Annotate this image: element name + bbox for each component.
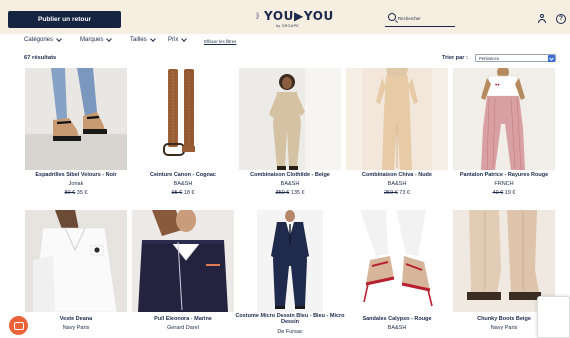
new-price: 18 € <box>183 190 195 196</box>
help-icon[interactable]: ? <box>556 14 566 24</box>
product-image[interactable] <box>25 210 127 312</box>
logo-prefix: PAR <box>256 12 260 20</box>
product-price: 95 € 18 € <box>132 190 234 196</box>
old-price: 95 € <box>171 190 183 196</box>
user-icon-body <box>537 19 546 23</box>
product-image[interactable] <box>25 68 127 170</box>
logo-wordmark: YOU▶YOU <box>264 9 334 23</box>
product-image[interactable] <box>346 210 448 312</box>
product-brand: De Fursac <box>277 329 303 335</box>
sort-label: Trier par : <box>442 55 468 61</box>
search-icon[interactable] <box>388 13 396 21</box>
product-title[interactable]: Espadrilles Sibel Velours - Noir <box>19 172 133 178</box>
clear-filters-link[interactable]: Effacer les filtres <box>204 39 236 44</box>
product-brand: BA&SH <box>173 181 193 187</box>
product-price: 350 € 135 € <box>239 190 341 196</box>
logo-subtitle: by GROUPE <box>276 24 300 28</box>
old-price: 40 € <box>492 190 504 196</box>
filter-categories[interactable]: Catégories <box>24 36 62 43</box>
filter-sizes-label: Tailles <box>130 37 147 43</box>
product-title[interactable]: Combinaison Clothilde - Beige <box>233 172 347 178</box>
old-price: 80 € <box>64 190 76 196</box>
product-price: 250 € 73 € <box>346 190 448 196</box>
old-price: 250 € <box>383 190 398 196</box>
filter-bar: Catégories Marques Tailles Prix Effacer … <box>0 36 570 49</box>
cookie-widget[interactable] <box>537 296 570 338</box>
product-title[interactable]: Costume Micro Dessin Bleu - Bleu - Micro… <box>233 313 347 326</box>
new-price: 135 € <box>290 190 305 196</box>
product-brand: FRNCH <box>494 181 514 187</box>
svg-text:♥♥: ♥♥ <box>495 82 500 87</box>
chat-icon[interactable] <box>9 316 28 335</box>
filter-sizes[interactable]: Tailles <box>130 36 156 43</box>
filter-brands-label: Marques <box>80 37 104 43</box>
new-price: 19 € <box>504 190 516 196</box>
product-image[interactable] <box>239 68 341 170</box>
user-icon[interactable] <box>537 14 546 24</box>
filter-brands[interactable]: Marques <box>80 36 113 43</box>
chevron-down-icon <box>106 36 113 42</box>
publish-return-button[interactable]: Publier un retour <box>8 11 121 28</box>
product-image[interactable] <box>132 210 234 312</box>
product-title[interactable]: Veste Deana <box>19 316 133 322</box>
product-brand: BA&SH <box>387 325 407 331</box>
filter-price-label: Prix <box>168 37 179 43</box>
filter-categories-label: Catégories <box>24 37 54 43</box>
filter-price[interactable]: Prix <box>168 36 188 43</box>
product-title[interactable]: Pull Eleonora - Marine <box>126 316 240 322</box>
product-price: 40 € 19 € <box>453 190 555 196</box>
product-image[interactable] <box>239 210 341 312</box>
user-icon-head <box>539 14 544 18</box>
sort-select[interactable]: Pertinence <box>475 54 556 62</box>
product-brand: Navy Paris <box>62 325 90 331</box>
new-price: 73 € <box>399 190 410 196</box>
product-brand: Gerard Darel <box>167 325 199 331</box>
old-price: 350 € <box>275 190 290 196</box>
site-logo[interactable]: PAR YOU▶YOU by GROUPE <box>256 9 333 31</box>
product-brand: Jonak <box>68 181 84 187</box>
product-brand: BA&SH <box>280 181 300 187</box>
product-title[interactable]: Ceinture Canon - Cognac <box>126 172 240 178</box>
site-header: Publier un retour PAR YOU▶YOU by GROUPE … <box>0 0 570 34</box>
product-brand: BA&SH <box>387 181 407 187</box>
product-image[interactable]: ♥♥ <box>453 68 555 170</box>
product-price: 80 € 35 € <box>25 190 127 196</box>
new-price: 35 € <box>76 190 88 196</box>
chevron-down-icon <box>548 55 555 62</box>
product-title[interactable]: Pantalon Patrice - Rayures Rouge <box>447 172 561 178</box>
chevron-down-icon <box>149 36 156 42</box>
product-image[interactable] <box>132 68 234 170</box>
sort-select-value: Pertinence <box>479 56 500 61</box>
search-bar <box>385 12 455 27</box>
results-count: 67 résultats <box>24 55 57 61</box>
product-image[interactable] <box>346 68 448 170</box>
search-input[interactable] <box>398 13 452 24</box>
chevron-down-icon <box>56 36 62 42</box>
chevron-down-icon <box>181 36 188 42</box>
product-title[interactable]: Sandales Calypso - Rouge <box>340 316 454 322</box>
product-title[interactable]: Combinaison Chiva - Nude <box>340 172 454 178</box>
